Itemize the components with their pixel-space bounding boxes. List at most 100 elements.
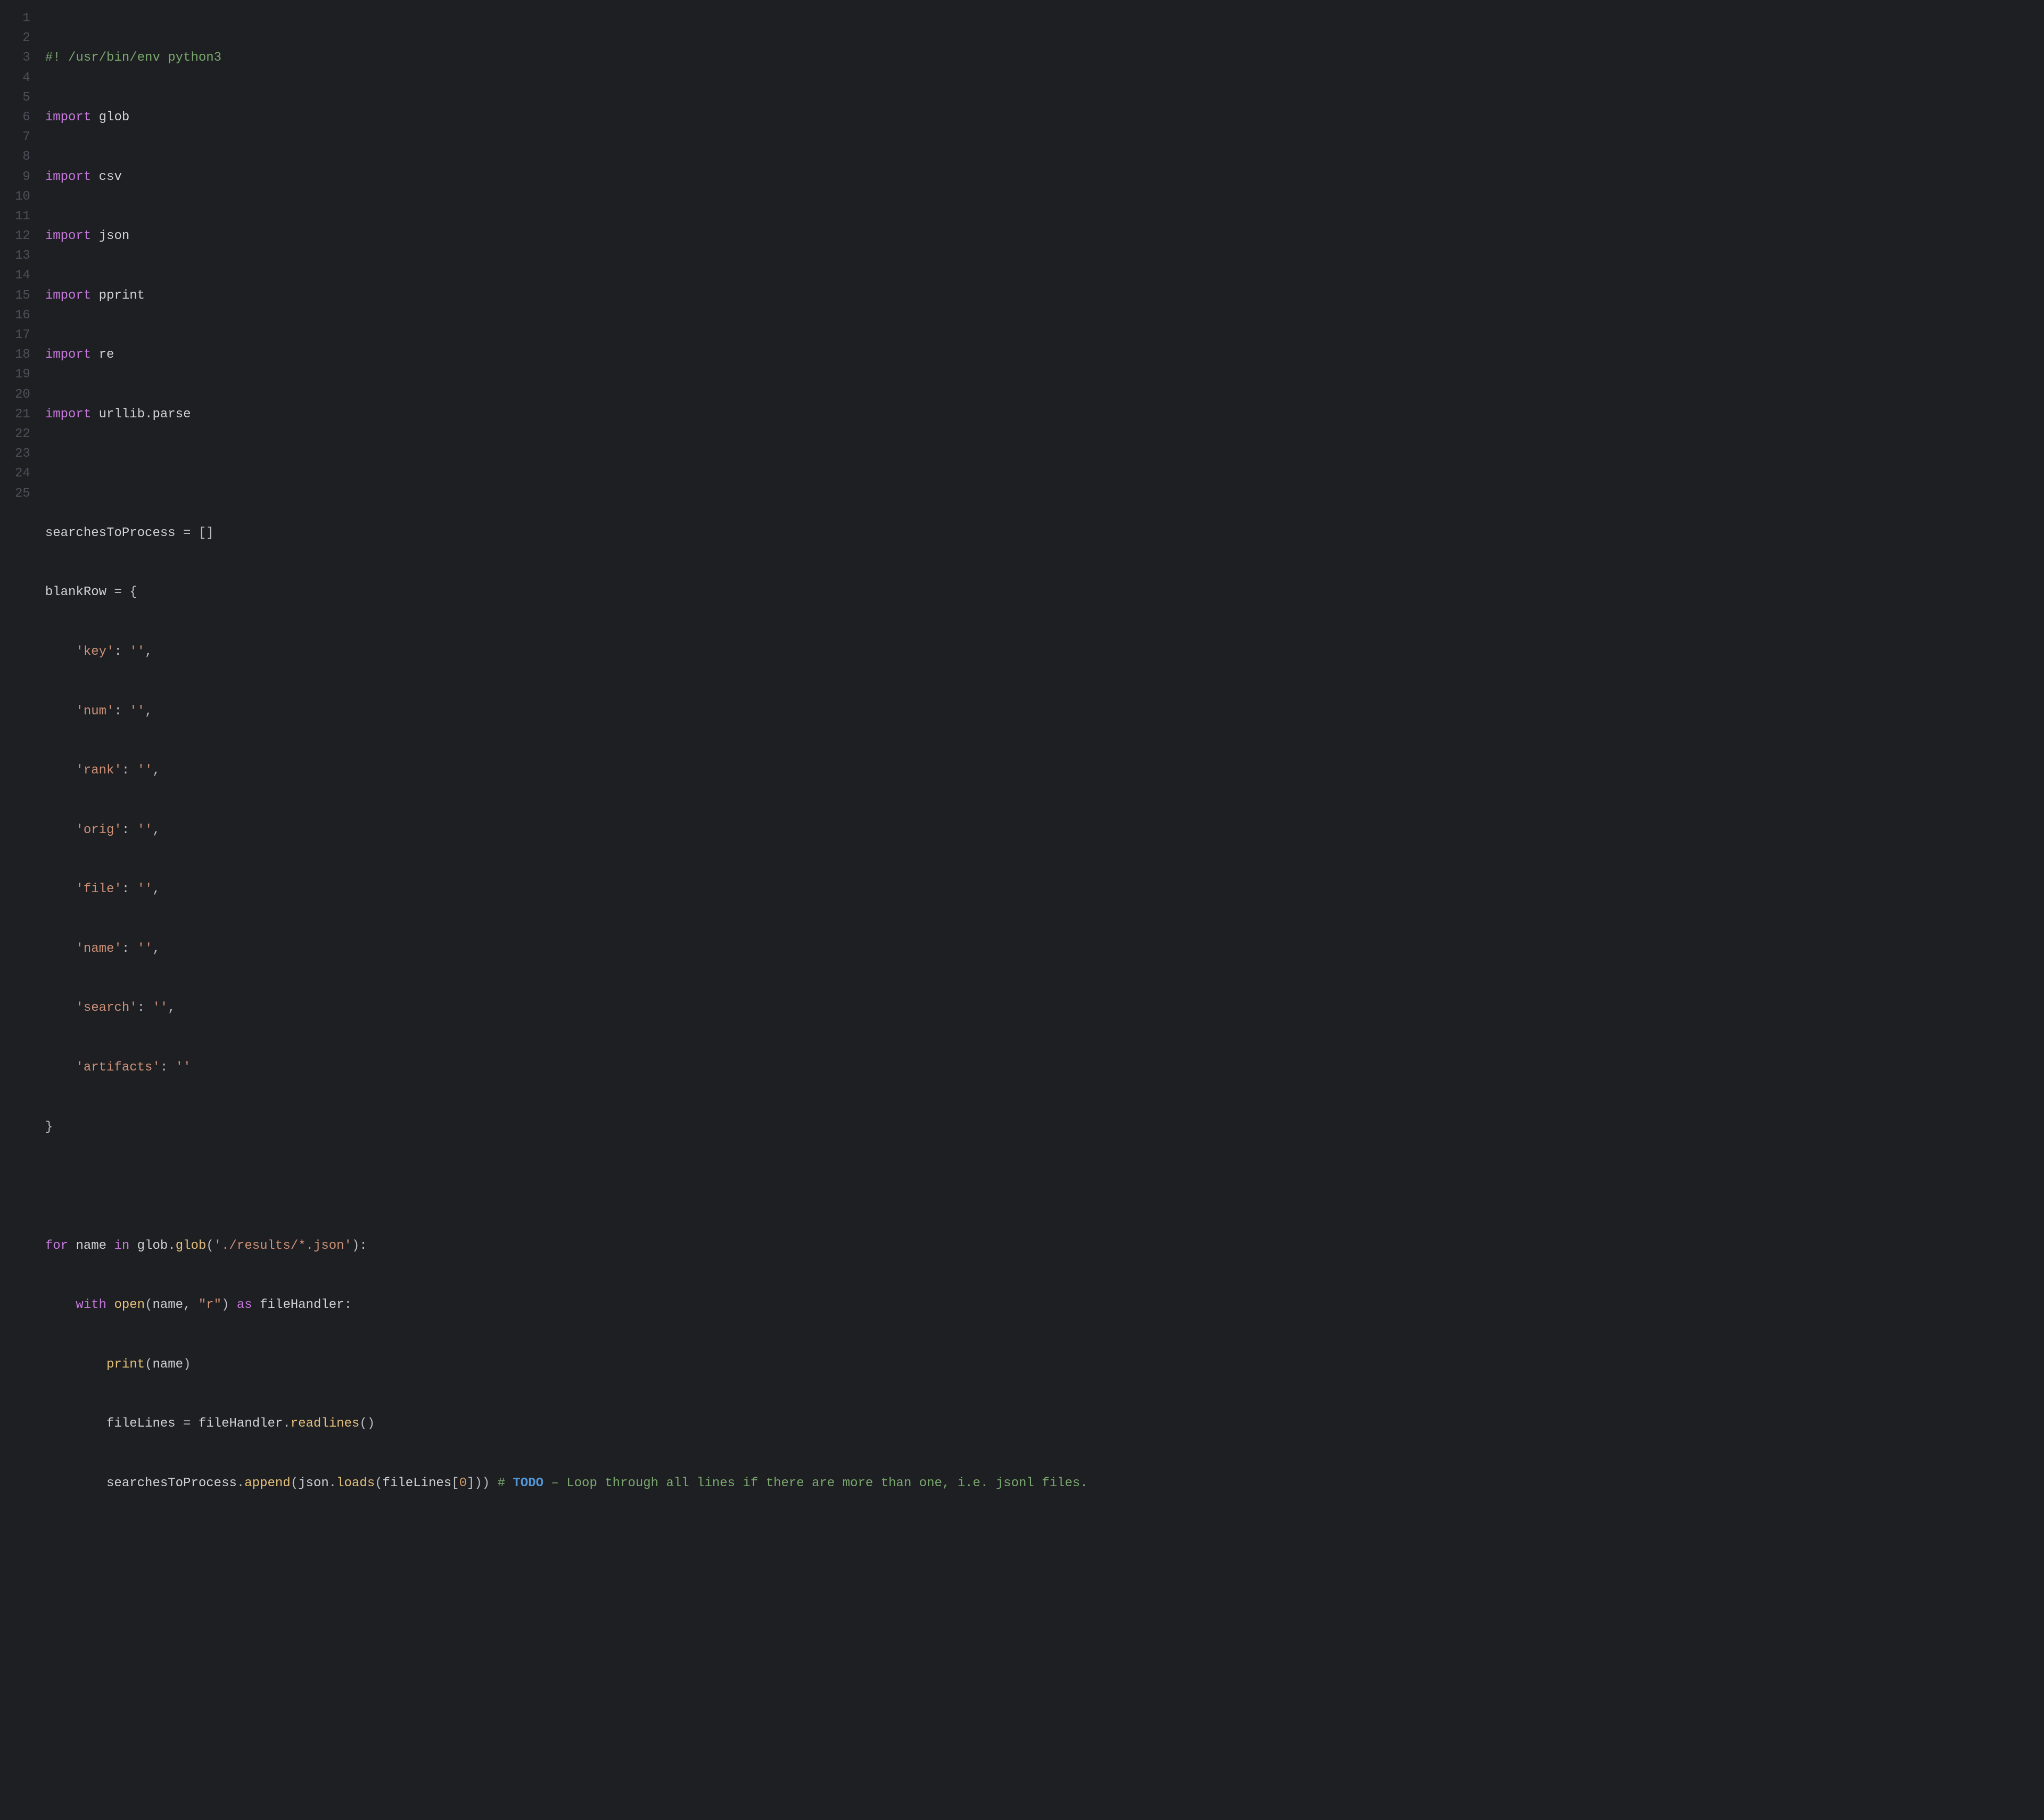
module-name: json — [99, 229, 130, 243]
code-area[interactable]: #! /usr/bin/env python3 import glob impo… — [45, 9, 2040, 1533]
code-line[interactable]: searchesToProcess = [] — [45, 523, 2040, 543]
code-line[interactable]: print(name) — [45, 1355, 2040, 1374]
call-glob: glob — [176, 1239, 207, 1253]
code-line[interactable]: 'name': '', — [45, 939, 2040, 959]
keyword-for: for — [45, 1239, 68, 1253]
code-line[interactable]: import glob — [45, 108, 2040, 127]
dict-key: 'search' — [76, 1001, 137, 1015]
operator-assign: = — [176, 526, 199, 540]
code-line[interactable]: 'file': '', — [45, 879, 2040, 899]
keyword-import: import — [45, 348, 91, 362]
line-number: 8 — [15, 147, 30, 167]
line-number: 7 — [15, 127, 30, 147]
line-number: 18 — [15, 345, 30, 365]
keyword-import: import — [45, 289, 91, 303]
line-number: 3 — [15, 48, 30, 68]
code-line[interactable]: 'artifacts': '' — [45, 1058, 2040, 1077]
shebang-comment: #! /usr/bin/env python3 — [45, 51, 221, 65]
line-number: 25 — [15, 484, 30, 504]
dict-value: '' — [152, 1001, 168, 1015]
code-line[interactable]: 'num': '', — [45, 702, 2040, 721]
dict-value: '' — [137, 763, 153, 778]
keyword-in: in — [114, 1239, 129, 1253]
code-line[interactable]: import json — [45, 226, 2040, 246]
module-name: pprint — [99, 289, 145, 303]
code-line[interactable] — [45, 1176, 2040, 1196]
keyword-as: as — [237, 1298, 252, 1312]
todo-tag: TODO — [513, 1476, 543, 1490]
dict-key: 'file' — [76, 882, 121, 896]
keyword-import: import — [45, 170, 91, 184]
code-line[interactable]: fileLines = fileHandler.readlines() — [45, 1414, 2040, 1434]
dict-value: '' — [137, 942, 153, 956]
code-line[interactable]: import re — [45, 345, 2040, 365]
dict-value: '' — [129, 645, 145, 659]
code-line[interactable]: #! /usr/bin/env python3 — [45, 48, 2040, 68]
operator-assign: = — [106, 585, 129, 599]
line-number: 4 — [15, 68, 30, 88]
brace-close: } — [45, 1120, 53, 1134]
comment-hash: # — [498, 1476, 513, 1490]
comment-text: Loop through all lines if there are more… — [566, 1476, 1087, 1490]
line-number: 19 — [15, 365, 30, 384]
identifier: fileLines — [106, 1417, 176, 1431]
code-line[interactable]: 'search': '', — [45, 998, 2040, 1018]
code-line[interactable]: 'rank': '', — [45, 761, 2040, 780]
code-line[interactable]: searchesToProcess.append(json.loads(file… — [45, 1473, 2040, 1493]
line-number: 2 — [15, 28, 30, 48]
line-number: 20 — [15, 385, 30, 405]
code-line[interactable]: 'key': '', — [45, 642, 2040, 662]
identifier: glob — [137, 1239, 168, 1253]
identifier: fileHandler — [260, 1298, 344, 1312]
line-number: 23 — [15, 444, 30, 464]
code-editor[interactable]: 1 2 3 4 5 6 7 8 9 10 11 12 13 14 15 16 1… — [4, 9, 2040, 1533]
line-number: 17 — [15, 325, 30, 345]
code-line[interactable] — [45, 464, 2040, 483]
code-line[interactable]: blankRow = { — [45, 582, 2040, 602]
line-number: 9 — [15, 167, 30, 187]
module-name: csv — [99, 170, 122, 184]
dict-key: 'name' — [76, 942, 121, 956]
line-number: 5 — [15, 88, 30, 108]
code-line[interactable]: import urllib.parse — [45, 405, 2040, 424]
dict-value: '' — [137, 823, 153, 837]
line-number: 11 — [15, 207, 30, 226]
code-line[interactable]: with open(name, "r") as fileHandler: — [45, 1295, 2040, 1315]
module-name: re — [99, 348, 114, 362]
keyword-import: import — [45, 407, 91, 422]
call-open: open — [114, 1298, 145, 1312]
keyword-import: import — [45, 229, 91, 243]
line-number: 10 — [15, 187, 30, 207]
line-number: 15 — [15, 286, 30, 306]
identifier: name — [152, 1357, 183, 1372]
identifier: fileHandler — [199, 1417, 283, 1431]
literal-empty-list: [] — [199, 526, 214, 540]
identifier: blankRow — [45, 585, 106, 599]
line-number: 16 — [15, 306, 30, 325]
keyword-import: import — [45, 110, 91, 125]
line-number: 24 — [15, 464, 30, 483]
dict-key: 'artifacts' — [76, 1060, 160, 1075]
code-line[interactable]: import pprint — [45, 286, 2040, 306]
code-line[interactable]: } — [45, 1117, 2040, 1137]
identifier: name — [76, 1239, 106, 1253]
number-literal: 0 — [459, 1476, 467, 1490]
identifier: searchesToProcess — [106, 1476, 237, 1490]
call-loads: loads — [336, 1476, 375, 1490]
line-number: 21 — [15, 405, 30, 424]
dict-key: 'orig' — [76, 823, 121, 837]
line-number: 1 — [15, 9, 30, 28]
line-number: 14 — [15, 266, 30, 285]
string-literal: "r" — [199, 1298, 221, 1312]
brace-open: { — [129, 585, 137, 599]
code-line[interactable]: import csv — [45, 167, 2040, 187]
call-readlines: readlines — [291, 1417, 360, 1431]
identifier: json — [298, 1476, 329, 1490]
line-number: 6 — [15, 108, 30, 127]
identifier: fileLines — [383, 1476, 452, 1490]
code-line[interactable]: 'orig': '', — [45, 820, 2040, 840]
identifier: name — [152, 1298, 183, 1312]
dict-key: 'rank' — [76, 763, 121, 778]
dict-value: '' — [176, 1060, 191, 1075]
code-line[interactable]: for name in glob.glob('./results/*.json'… — [45, 1236, 2040, 1256]
